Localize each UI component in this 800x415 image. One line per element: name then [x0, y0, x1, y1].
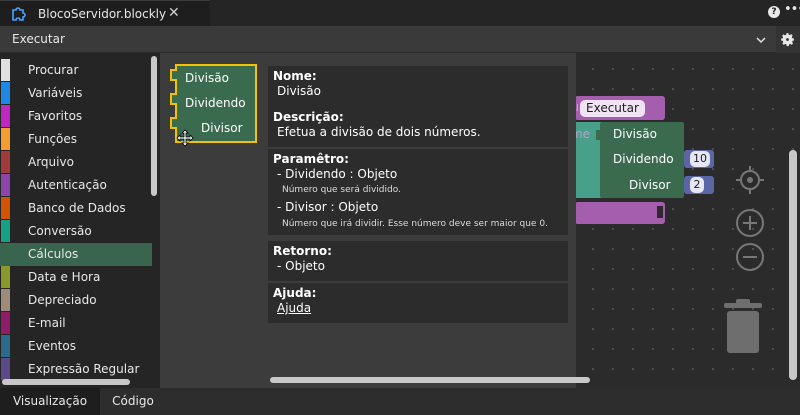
toolbox-category[interactable]: Funções	[0, 128, 152, 151]
help-link-section: Ajuda: Ajuda	[268, 283, 568, 323]
category-label: Eventos	[28, 339, 76, 353]
help-name-value: Divisão	[277, 84, 321, 98]
zoom-in-icon[interactable]	[735, 208, 765, 238]
flyout-horizontal-scrollbar[interactable]	[270, 377, 590, 383]
category-color-swatch	[1, 220, 10, 242]
help-description-section: Descrição: Efetua a divisão de dois núme…	[268, 107, 568, 147]
help-param-divisor: - Divisor : Objeto	[277, 200, 379, 214]
category-color-swatch	[1, 289, 10, 311]
close-tab-icon[interactable]: ✕	[168, 5, 180, 21]
flyout-block-title: Divisão	[185, 71, 229, 85]
toolbox-category[interactable]: Banco de Dados	[0, 197, 152, 220]
help-param-divisor-desc: Número que irá dividir. Esse número deve…	[282, 219, 548, 229]
category-color-swatch	[1, 312, 10, 334]
help-return-section: Retorno: - Objeto	[268, 241, 568, 281]
help-return-heading: Retorno:	[273, 244, 332, 258]
recenter-icon[interactable]	[735, 165, 765, 195]
category-label: Variáveis	[28, 86, 83, 100]
toolbox-category[interactable]: Conversão	[0, 220, 152, 243]
toolbox-category[interactable]: Data e Hora	[0, 266, 152, 289]
category-color-swatch	[1, 243, 10, 265]
category-color-swatch	[1, 358, 10, 380]
div-block-title: Divisão	[613, 127, 657, 141]
category-label: Autenticação	[28, 178, 107, 192]
help-return-value: - Objeto	[277, 259, 325, 273]
editor-tab-title: BlocoServidor.blockly	[38, 7, 167, 21]
action-toolbar: Executar	[0, 26, 800, 53]
help-link-heading: Ajuda:	[273, 286, 317, 300]
chevron-down-icon	[756, 37, 766, 44]
help-param-dividendo-desc: Número que será dividido.	[282, 185, 401, 195]
help-icon[interactable]: ?	[768, 6, 780, 18]
help-description-value: Efetua a divisão de dois números.	[277, 125, 481, 139]
dividendo-number-field[interactable]: 10	[690, 151, 710, 167]
toolbox-category[interactable]: Variáveis	[0, 82, 152, 105]
category-color-swatch	[1, 105, 10, 127]
help-description-heading: Descrição:	[273, 110, 344, 124]
category-label: Arquivo	[28, 155, 74, 169]
editor-tab[interactable]: BlocoServidor.blockly ✕	[0, 0, 210, 26]
category-color-swatch	[1, 197, 10, 219]
category-label: Depreciado	[28, 293, 97, 307]
tab-visualizacao[interactable]: Visualização	[0, 388, 100, 415]
divisor-number-field[interactable]: 2	[690, 177, 704, 193]
category-label: Favoritos	[28, 109, 83, 123]
flyout-block-input-dividendo: Dividendo	[185, 96, 246, 110]
puzzle-piece-icon	[12, 7, 26, 21]
event-label-pill[interactable]: Executar	[580, 100, 645, 117]
category-label: Conversão	[28, 224, 92, 238]
help-parameters-section: Paramêtro: - Dividendo : Objeto Número q…	[268, 149, 568, 235]
category-color-swatch	[1, 82, 10, 104]
category-color-swatch	[1, 59, 10, 81]
toolbox-horizontal-scrollbar[interactable]	[2, 379, 130, 385]
category-label: Data e Hora	[28, 270, 101, 284]
div-block-input-divisor: Divisor	[629, 178, 671, 192]
toolbox-category[interactable]: Cálculos	[0, 243, 152, 266]
more-options-icon[interactable]: •••	[784, 2, 800, 17]
flyout-block-input-divisor: Divisor	[201, 121, 243, 135]
toolbox-category[interactable]: Eventos	[0, 335, 152, 358]
help-parameters-heading: Paramêtro:	[273, 152, 349, 166]
toolbox-sidebar: Expressão Regular Eventos E-mail Depreciado…	[0, 53, 160, 388]
category-label: Banco de Dados	[28, 201, 126, 215]
category-label: Funções	[28, 132, 78, 146]
toolbox-category[interactable]: Arquivo	[0, 151, 152, 174]
action-select-value: Executar	[12, 32, 65, 46]
category-color-swatch	[1, 266, 10, 288]
tab-codigo-label: Código	[112, 394, 154, 408]
category-label: Procurar	[28, 63, 79, 77]
gear-icon[interactable]	[779, 31, 796, 48]
category-color-swatch	[1, 128, 10, 150]
action-select[interactable]: Executar	[0, 26, 776, 53]
tab-visualizacao-label: Visualização	[12, 394, 88, 408]
view-tabs: Visualização Código	[0, 388, 800, 415]
category-label: Expressão Regular	[28, 362, 140, 376]
toolbox-category[interactable]: Favoritos	[0, 105, 152, 128]
div-block-input-dividendo: Dividendo	[613, 152, 674, 166]
editor-tab-bar: BlocoServidor.blockly ✕ ? •••	[0, 0, 800, 26]
block-help-panel: Nome: Divisão Descrição: Efetua a divisã…	[268, 66, 568, 323]
trash-icon[interactable]	[722, 297, 764, 355]
category-color-swatch	[1, 335, 10, 357]
zoom-out-icon[interactable]	[735, 242, 765, 272]
help-link[interactable]: Ajuda	[277, 301, 311, 315]
move-cursor-icon	[176, 129, 194, 147]
toolbox-vertical-scrollbar[interactable]	[151, 56, 157, 196]
toolbox-category[interactable]: Depreciado	[0, 289, 152, 312]
category-label: E-mail	[28, 316, 66, 330]
help-name-heading: Nome:	[273, 69, 317, 83]
toolbox-category[interactable]: E-mail	[0, 312, 152, 335]
toolbox-category[interactable]: Expressão Regular	[0, 358, 152, 381]
toolbox-category[interactable]: Autenticação	[0, 174, 152, 197]
tab-codigo[interactable]: Código	[100, 388, 166, 415]
category-color-swatch	[1, 151, 10, 173]
category-color-swatch	[1, 174, 10, 196]
help-name-section: Nome: Divisão	[268, 66, 568, 112]
help-param-dividendo: - Dividendo : Objeto	[277, 167, 398, 181]
toolbox-category[interactable]: Procurar	[0, 59, 152, 82]
category-label: Cálculos	[28, 247, 79, 261]
workspace-vertical-scrollbar[interactable]	[789, 150, 797, 380]
